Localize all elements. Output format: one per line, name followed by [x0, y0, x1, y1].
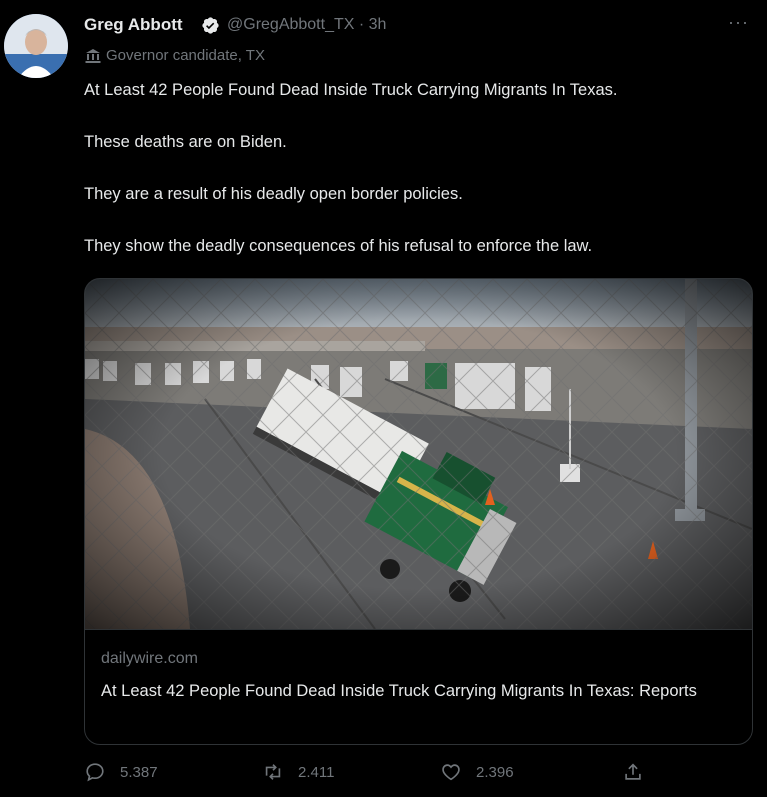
government-building-icon	[85, 49, 101, 63]
like-count: 2.396	[476, 763, 514, 781]
like-icon	[442, 764, 460, 781]
tweet-line: They show the deadly consequences of his…	[84, 237, 593, 255]
reply-button[interactable]: 5.387	[84, 757, 158, 787]
retweet-icon	[265, 764, 281, 780]
tweet-line: They are a result of his deadly open bor…	[84, 185, 463, 203]
account-label-text: Governor candidate, TX	[106, 47, 265, 64]
verified-badge-icon	[202, 17, 219, 34]
link-card[interactable]: dailywire.com At Least 42 People Found D…	[84, 278, 753, 745]
share-icon	[625, 763, 641, 780]
reply-icon	[86, 763, 104, 782]
author-handle-time[interactable]: @GregAbbott_TX · 3h	[227, 16, 386, 34]
action-bar: 5.387 2.411 2.396	[84, 757, 664, 789]
card-domain: dailywire.com	[101, 650, 198, 667]
tweet-text: At Least 42 People Found Dead Inside Tru…	[84, 79, 754, 261]
tweet-header: Greg Abbott @GregAbbott_TX · 3h ···	[84, 12, 757, 38]
tweet-line: At Least 42 People Found Dead Inside Tru…	[84, 81, 618, 99]
more-icon[interactable]: ···	[728, 12, 749, 33]
share-button[interactable]	[622, 757, 644, 787]
card-image	[85, 279, 752, 629]
avatar[interactable]	[4, 14, 68, 78]
author-name[interactable]: Greg Abbott	[84, 15, 183, 35]
retweet-button[interactable]: 2.411	[262, 757, 334, 787]
tweet-line: These deaths are on Biden.	[84, 133, 287, 151]
card-title: At Least 42 People Found Dead Inside Tru…	[101, 682, 697, 700]
reply-count: 5.387	[120, 763, 158, 781]
retweet-count: 2.411	[298, 763, 335, 781]
like-button[interactable]: 2.396	[440, 757, 514, 787]
card-meta: dailywire.com At Least 42 People Found D…	[85, 629, 752, 744]
